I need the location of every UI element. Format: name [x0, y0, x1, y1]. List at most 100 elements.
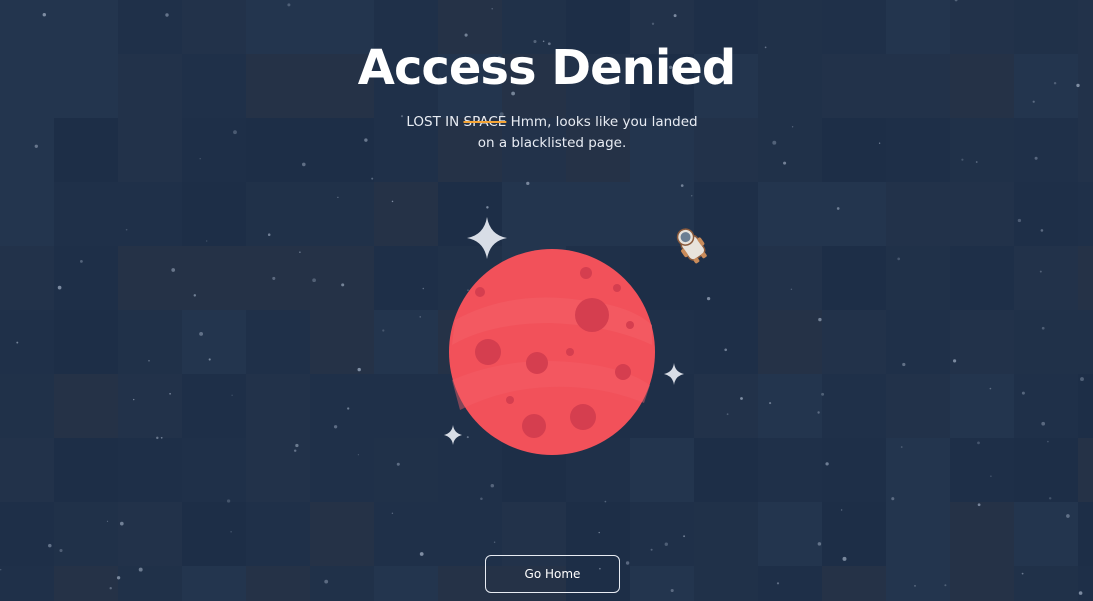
star	[989, 387, 992, 390]
star	[1041, 421, 1046, 426]
star	[125, 228, 128, 231]
star	[817, 542, 822, 546]
star	[391, 512, 394, 515]
star	[106, 520, 109, 522]
star	[293, 449, 297, 452]
star	[193, 294, 197, 297]
star	[80, 260, 83, 263]
star	[776, 582, 780, 585]
star	[299, 251, 301, 253]
star	[226, 499, 231, 503]
star	[171, 268, 176, 272]
star	[59, 548, 63, 553]
star	[625, 561, 630, 565]
star	[133, 398, 135, 401]
star	[650, 548, 653, 551]
star	[230, 531, 232, 533]
page-title: Access Denied	[357, 40, 736, 96]
star	[34, 144, 38, 148]
star	[953, 359, 957, 363]
star	[371, 177, 374, 180]
sparkle-icon	[467, 217, 507, 259]
star	[783, 161, 787, 165]
star	[295, 443, 299, 448]
access-denied-page: Access Denied LOST IN SPACE Hmm, looks l…	[0, 0, 1093, 601]
star	[138, 567, 143, 572]
star	[148, 359, 150, 362]
star	[160, 436, 163, 439]
star	[1080, 377, 1084, 382]
star	[199, 157, 201, 160]
star	[208, 358, 211, 361]
star	[975, 161, 978, 163]
star	[57, 285, 62, 290]
astronaut-icon	[676, 228, 707, 264]
star	[769, 402, 772, 405]
star	[324, 579, 329, 584]
star	[878, 142, 881, 144]
star	[526, 181, 530, 186]
subtitle-prefix: LOST IN	[406, 114, 460, 130]
star	[977, 503, 981, 507]
star	[1078, 591, 1083, 595]
planet-illustration	[444, 217, 707, 455]
star	[651, 22, 655, 25]
star	[396, 462, 400, 466]
star	[740, 397, 743, 400]
star	[0, 568, 2, 571]
go-home-button[interactable]: Go Home	[485, 555, 620, 593]
star	[842, 556, 847, 561]
page-subtitle: LOST IN SPACE Hmm, looks like you landed…	[396, 112, 708, 154]
star	[891, 497, 895, 501]
star	[954, 0, 958, 2]
star	[1047, 440, 1049, 443]
star	[977, 441, 980, 445]
star	[272, 276, 276, 280]
star	[364, 138, 368, 142]
star	[825, 462, 829, 466]
star	[199, 331, 204, 336]
star	[673, 14, 677, 18]
star	[42, 13, 46, 17]
star	[1066, 514, 1070, 518]
star	[169, 392, 171, 395]
sparkle-icon	[664, 363, 684, 385]
star	[419, 552, 424, 556]
star	[337, 196, 339, 198]
subtitle-text: Hmm, looks like you landed on a blacklis…	[477, 114, 698, 151]
star	[900, 446, 903, 448]
subtitle-struck-word: SPACE	[463, 114, 507, 130]
star	[772, 140, 777, 145]
star	[116, 576, 121, 580]
star	[990, 475, 992, 477]
star	[790, 288, 793, 291]
star	[902, 362, 906, 367]
star	[724, 348, 728, 352]
star	[914, 584, 916, 587]
star	[347, 407, 350, 410]
star	[726, 413, 729, 416]
star	[206, 240, 208, 242]
star	[165, 13, 169, 17]
star	[690, 195, 693, 197]
star	[818, 317, 822, 322]
star	[382, 329, 385, 332]
star	[287, 3, 291, 7]
star	[464, 33, 468, 37]
star	[357, 367, 361, 372]
star	[301, 162, 306, 167]
star	[1039, 270, 1042, 273]
star	[357, 454, 360, 456]
star	[156, 436, 159, 440]
red-planet-icon	[449, 249, 655, 455]
star	[16, 341, 19, 344]
star	[333, 425, 338, 429]
star	[1021, 391, 1025, 395]
star	[493, 541, 496, 544]
star	[670, 588, 674, 593]
star	[817, 411, 820, 414]
star	[680, 184, 684, 187]
star	[1048, 497, 1052, 500]
star	[480, 497, 483, 500]
star	[419, 316, 421, 318]
